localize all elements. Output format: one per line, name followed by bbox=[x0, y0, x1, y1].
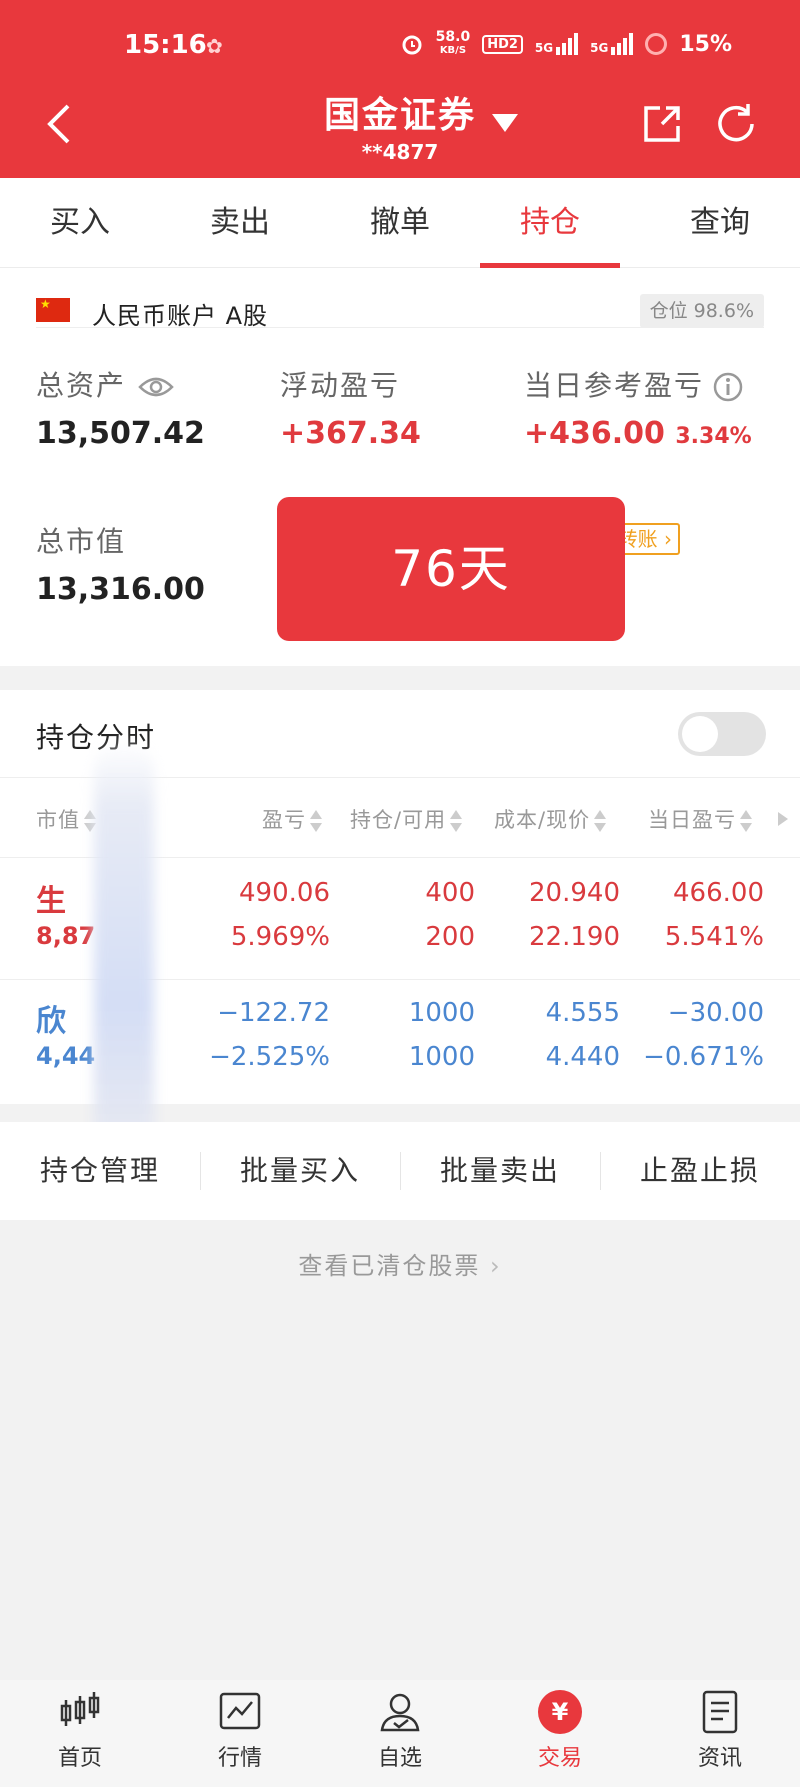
status-time: 15:16 bbox=[124, 30, 207, 60]
bottom-nav: 首页 行情 自选 ¥ 交易 资讯 bbox=[0, 1680, 800, 1787]
position-ratio-badge: 仓位 98.6% bbox=[639, 294, 764, 328]
hold-qty: 400 bbox=[425, 878, 475, 908]
app-header: 15:16 ✿ 58.0 KB/S HD2 5G 5G 15% 国金证券 **48… bbox=[0, 0, 800, 178]
battery-ring-icon bbox=[645, 33, 668, 55]
col-market-value[interactable]: 市值 bbox=[36, 804, 96, 834]
total-assets: 总资产 13,507.42 bbox=[36, 364, 205, 451]
day-pnl: 当日参考盈亏 +436.00 3.34% bbox=[524, 364, 752, 451]
refresh-icon[interactable] bbox=[714, 102, 758, 146]
floating-pnl-label: 浮动盈亏 bbox=[280, 369, 401, 402]
cn-flag-icon: ★ bbox=[36, 297, 70, 322]
total-assets-label: 总资产 bbox=[36, 369, 127, 402]
network-speed: 58.0 KB/S bbox=[435, 29, 471, 56]
toggle-knob bbox=[682, 716, 718, 752]
overlay-badge: 76天 bbox=[277, 497, 625, 641]
status-indicators: 58.0 KB/S HD2 5G 5G 15% bbox=[400, 30, 732, 58]
avail-qty: 200 bbox=[425, 922, 475, 952]
info-icon[interactable] bbox=[712, 371, 744, 403]
tab-sell[interactable]: 卖出 bbox=[170, 178, 310, 268]
col-hold-avail[interactable]: 持仓/可用 bbox=[350, 804, 463, 834]
market-value-value: 13,316.00 bbox=[36, 572, 205, 607]
tab-cancel[interactable]: 撤单 bbox=[330, 178, 470, 268]
stock-name: 生 bbox=[36, 884, 68, 919]
chart-icon bbox=[219, 1692, 261, 1730]
nav-trade[interactable]: ¥ 交易 bbox=[500, 1690, 620, 1772]
day-pnl-percent: 5.541% bbox=[664, 922, 764, 952]
status-bar: 15:16 ✿ 58.0 KB/S HD2 5G 5G 15% bbox=[0, 28, 800, 68]
signal-bars-icon bbox=[556, 33, 579, 55]
col-pnl[interactable]: 盈亏 bbox=[262, 804, 322, 834]
floating-pnl-value: +367.34 bbox=[280, 416, 421, 451]
stop-profit-loss-button[interactable]: 止盈止损 bbox=[600, 1122, 800, 1220]
chevron-right-icon[interactable] bbox=[778, 812, 788, 826]
stock-market-value: 4,44 bbox=[36, 1042, 96, 1070]
signal-2: 5G bbox=[590, 33, 634, 55]
col-day-pnl[interactable]: 当日盈亏 bbox=[648, 804, 752, 834]
manage-holdings-button[interactable]: 持仓管理 bbox=[0, 1122, 200, 1220]
stock-name: 欣 bbox=[36, 1004, 68, 1039]
floating-pnl: 浮动盈亏 +367.34 bbox=[280, 364, 421, 451]
day-pnl-value: −30.00 bbox=[667, 998, 764, 1028]
pnl-percent: 5.969% bbox=[230, 922, 330, 952]
pnl-value: −122.72 bbox=[217, 998, 330, 1028]
tab-query[interactable]: 查询 bbox=[650, 178, 790, 268]
pnl-percent: −2.525% bbox=[209, 1042, 330, 1072]
holding-actions: 持仓管理 批量买入 批量卖出 止盈止损 bbox=[0, 1122, 800, 1220]
back-arrow-icon[interactable] bbox=[40, 100, 80, 148]
market-value: 总市值 13,316.00 bbox=[36, 520, 205, 607]
day-pnl-percent: −0.671% bbox=[643, 1042, 764, 1072]
alarm-icon bbox=[402, 35, 422, 55]
sort-icon bbox=[740, 810, 752, 832]
intraday-toggle[interactable] bbox=[678, 712, 766, 756]
day-pnl-value: 466.00 bbox=[673, 878, 764, 908]
current-price: 22.190 bbox=[529, 922, 620, 952]
user-check-icon bbox=[380, 1693, 420, 1732]
account-selector[interactable]: ★ 人民币账户 A股 仓位 98.6% bbox=[36, 282, 764, 330]
privacy-blur bbox=[94, 740, 154, 1180]
pnl-value: 490.06 bbox=[239, 878, 330, 908]
caret-down-icon[interactable] bbox=[492, 114, 518, 132]
stock-market-value: 8,87 bbox=[36, 922, 96, 950]
signal-1: 5G bbox=[535, 33, 579, 55]
sort-icon bbox=[310, 810, 322, 832]
current-price: 4.440 bbox=[545, 1042, 620, 1072]
candlestick-icon bbox=[60, 1692, 100, 1726]
nav-market[interactable]: 行情 bbox=[180, 1690, 300, 1772]
account-number: **4877 bbox=[361, 140, 439, 164]
cost-price: 20.940 bbox=[529, 878, 620, 908]
tab-buy[interactable]: 买入 bbox=[10, 178, 150, 268]
signal-bars-icon bbox=[611, 33, 634, 55]
nav-watchlist[interactable]: 自选 bbox=[340, 1690, 460, 1772]
eye-icon[interactable] bbox=[138, 375, 174, 399]
avail-qty: 1000 bbox=[408, 1042, 475, 1072]
day-pnl-percent: 3.34% bbox=[675, 424, 752, 449]
share-icon[interactable] bbox=[640, 102, 684, 146]
day-pnl-label: 当日参考盈亏 bbox=[524, 369, 705, 402]
account-label: 人民币账户 A股 bbox=[92, 302, 269, 330]
total-assets-value: 13,507.42 bbox=[36, 416, 205, 451]
cost-price: 4.555 bbox=[545, 998, 620, 1028]
battery-level: 15% bbox=[679, 31, 732, 57]
yuan-icon: ¥ bbox=[538, 1690, 582, 1734]
batch-buy-button[interactable]: 批量买入 bbox=[200, 1122, 400, 1220]
document-icon bbox=[702, 1690, 738, 1734]
trade-tabs: 买入 卖出 撤单 持仓 查询 bbox=[0, 178, 800, 268]
col-cost-price[interactable]: 成本/现价 bbox=[494, 804, 607, 834]
hold-qty: 1000 bbox=[408, 998, 475, 1028]
batch-sell-button[interactable]: 批量卖出 bbox=[400, 1122, 600, 1220]
notification-icon: ✿ bbox=[206, 34, 223, 58]
day-pnl-value: +436.00 bbox=[524, 416, 665, 451]
hd-badge: HD2 bbox=[482, 34, 523, 54]
tab-holdings[interactable]: 持仓 bbox=[480, 178, 620, 268]
sort-icon bbox=[450, 810, 463, 832]
nav-home[interactable]: 首页 bbox=[20, 1690, 140, 1772]
market-value-label: 总市值 bbox=[36, 525, 127, 558]
sort-icon bbox=[594, 810, 607, 832]
nav-news[interactable]: 资讯 bbox=[660, 1690, 780, 1772]
cleared-stocks-link[interactable]: 查看已清仓股票 › bbox=[0, 1246, 800, 1281]
chevron-right-icon: › bbox=[490, 1252, 502, 1280]
